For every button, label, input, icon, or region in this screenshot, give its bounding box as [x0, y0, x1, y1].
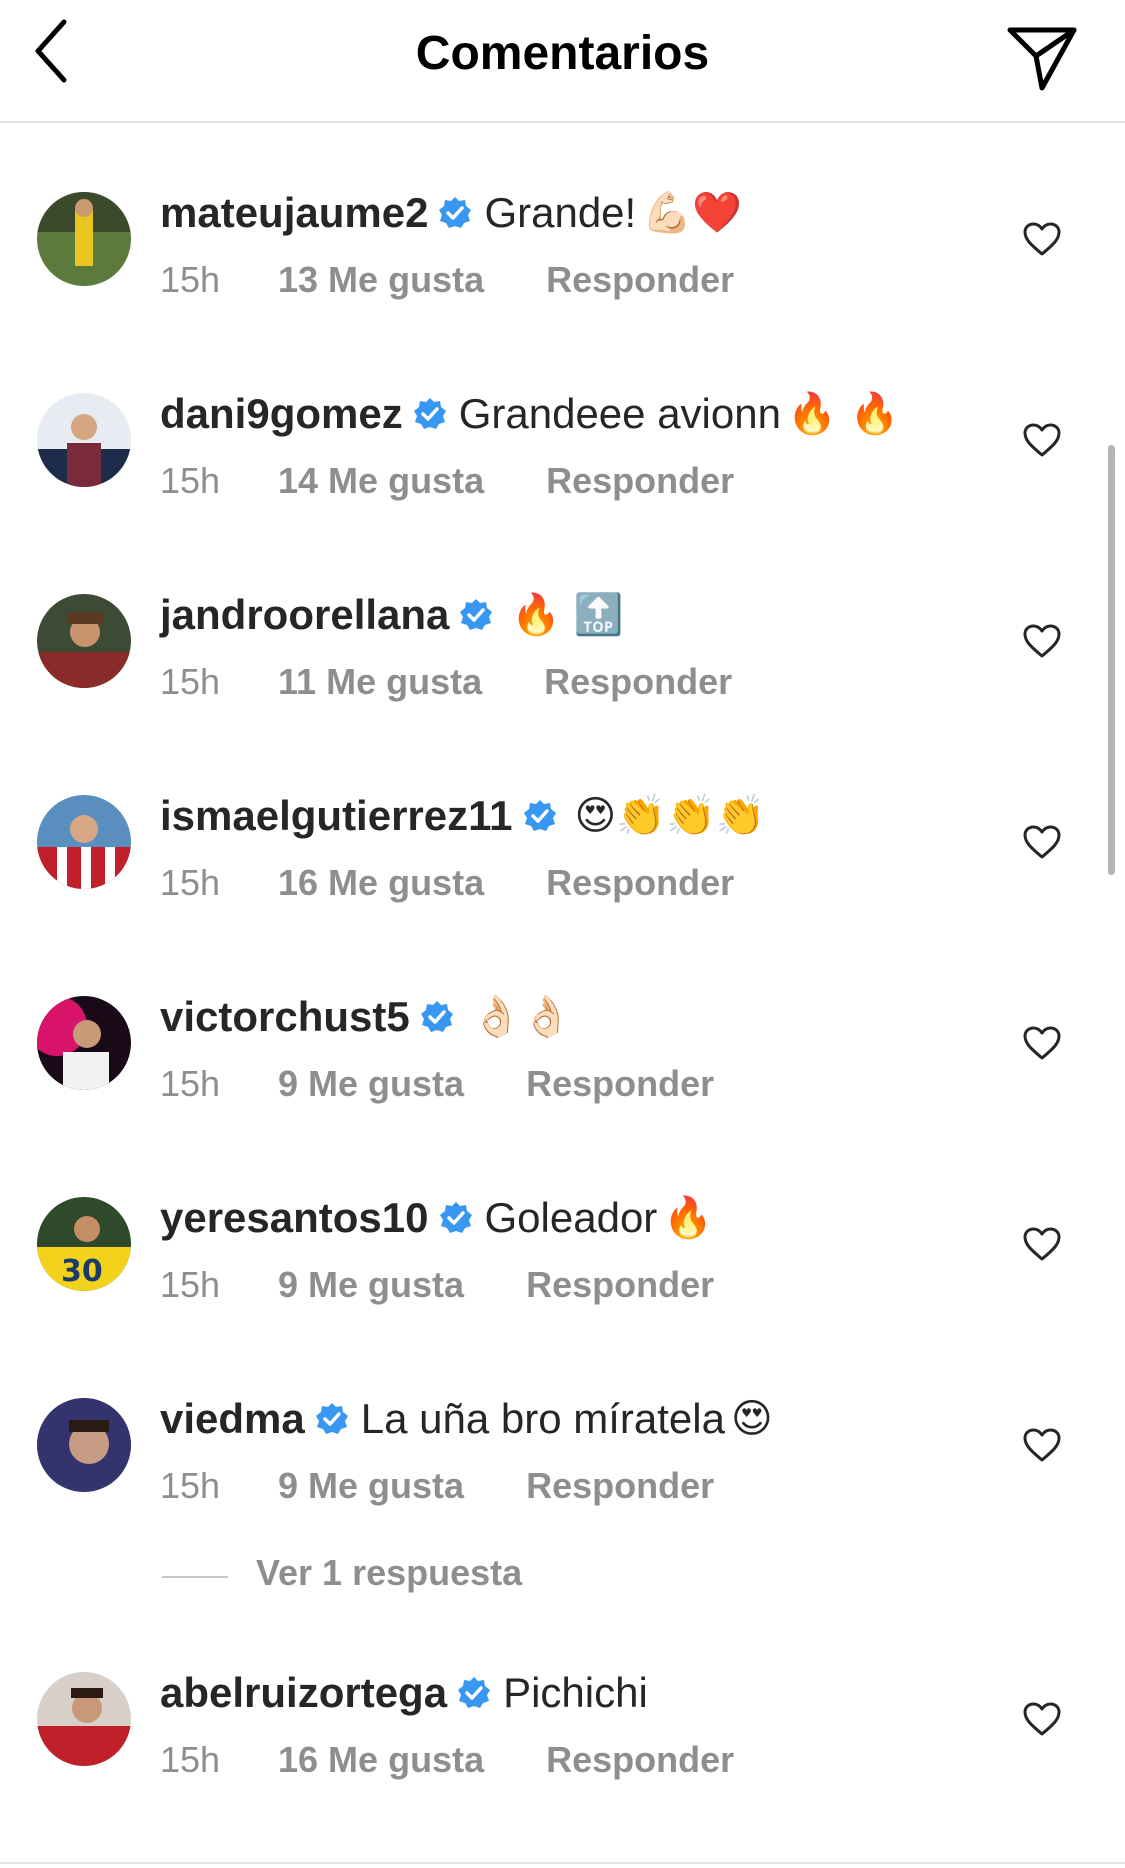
reply-button[interactable]: Responder [526, 1465, 714, 1506]
comment-likes[interactable]: 16 Me gusta [278, 861, 484, 905]
comment-item: ismaelgutierrez11 😍👏👏👏 15h 16 Me gusta R… [0, 726, 1125, 927]
comment-username[interactable]: jandroorellana [160, 589, 449, 641]
comment-emojis: 😍👏👏👏 [574, 793, 766, 839]
comment-time: 15h [160, 1063, 221, 1104]
comment-likes[interactable]: 13 Me gusta [278, 258, 484, 302]
heart-icon[interactable] [1022, 1226, 1062, 1262]
comment-time: 15h [160, 1264, 221, 1305]
comment-emojis: 🔥 🔝 [511, 592, 624, 638]
avatar[interactable] [37, 1672, 131, 1766]
comment-text: Pichichi [503, 1669, 648, 1716]
reply-button[interactable]: Responder [546, 460, 734, 501]
verified-badge-icon [439, 1202, 472, 1233]
heart-icon[interactable] [1022, 623, 1062, 659]
paper-plane-icon [1007, 27, 1077, 91]
reply-button[interactable]: Responder [546, 1739, 734, 1780]
comment-item: jandroorellana 🔥 🔝 15h 11 Me gusta Respo… [0, 525, 1125, 726]
comment-list: mateujaume2 Grande! 💪🏻❤️ 15h 13 Me gusta… [0, 123, 1125, 1804]
verified-badge-icon [523, 800, 556, 831]
comment-likes[interactable]: 16 Me gusta [278, 1738, 484, 1782]
bottom-divider [0, 1862, 1125, 1864]
comment-item: viedma La uña bro míratela 😍 15h 9 Me gu… [0, 1329, 1125, 1530]
reply-divider [162, 1576, 228, 1578]
comment-emojis: 😍 [730, 1396, 773, 1442]
comment-emojis: 🔥 [663, 1195, 714, 1241]
heart-icon[interactable] [1022, 1025, 1062, 1061]
comment-username[interactable]: ismaelgutierrez11 [160, 790, 513, 842]
heart-icon[interactable] [1022, 1427, 1062, 1463]
comment-username[interactable]: yeresantos10 [160, 1192, 429, 1244]
page-title: Comentarios [415, 27, 710, 80]
comment-likes[interactable]: 9 Me gusta [278, 1062, 464, 1106]
verified-badge-icon [413, 398, 446, 429]
verified-badge-icon [315, 1403, 348, 1434]
heart-icon[interactable] [1022, 824, 1062, 860]
avatar[interactable] [37, 1398, 131, 1492]
comment-time: 15h [160, 862, 221, 903]
comment-text: Goleador [484, 1194, 658, 1241]
comment-text: La uña bro míratela [360, 1395, 725, 1442]
svg-text:30: 30 [61, 1254, 103, 1289]
comment-time: 15h [160, 259, 221, 300]
reply-button[interactable]: Responder [546, 259, 734, 300]
reply-button[interactable]: Responder [526, 1264, 714, 1305]
comment-emojis: 🔥 🔥 [786, 391, 900, 437]
comment-username[interactable]: mateujaume2 [160, 187, 428, 239]
comment-likes[interactable]: 11 Me gusta [278, 660, 482, 704]
avatar[interactable] [37, 795, 131, 889]
comment-item: victorchust5 👌🏻👌🏻 15h 9 Me gusta Respond… [0, 927, 1125, 1128]
comment-time: 15h [160, 460, 221, 501]
comment-likes[interactable]: 14 Me gusta [278, 459, 484, 503]
avatar[interactable]: 30 [37, 1197, 131, 1291]
comment-text: Grande! [484, 189, 637, 236]
comment-time: 15h [160, 1465, 221, 1506]
comment-likes[interactable]: 9 Me gusta [278, 1263, 464, 1307]
reply-button[interactable]: Responder [526, 1063, 714, 1104]
verified-badge-icon [420, 1001, 453, 1032]
reply-button[interactable]: Responder [546, 862, 734, 903]
comment-likes[interactable]: 9 Me gusta [278, 1464, 464, 1508]
avatar[interactable] [37, 192, 131, 286]
verified-badge-icon [439, 197, 472, 228]
comment-item: dani9gomez Grandeee avionn 🔥 🔥 15h 14 Me… [0, 324, 1125, 525]
heart-icon[interactable] [1022, 1701, 1062, 1737]
header-bar: Comentarios [0, 0, 1125, 123]
heart-icon[interactable] [1022, 422, 1062, 458]
verified-badge-icon [460, 599, 493, 630]
avatar[interactable] [37, 594, 131, 688]
comment-username[interactable]: dani9gomez [160, 388, 403, 440]
comment-time: 15h [160, 1739, 221, 1780]
comment-emojis: 💪🏻❤️ [642, 190, 742, 236]
comment-username[interactable]: viedma [160, 1393, 305, 1445]
comment-time: 15h [160, 661, 221, 702]
scrollbar[interactable] [1108, 445, 1115, 875]
comment-item: 30 yeresantos10 Goleador 🔥 15h 9 Me gust… [0, 1128, 1125, 1329]
comment-username[interactable]: victorchust5 [160, 991, 410, 1043]
share-button[interactable] [1002, 20, 1082, 95]
verified-badge-icon [458, 1677, 491, 1708]
avatar[interactable] [37, 393, 131, 487]
comment-item: mateujaume2 Grande! 💪🏻❤️ 15h 13 Me gusta… [0, 123, 1125, 324]
avatar[interactable] [37, 996, 131, 1090]
comment-item: abelruizortega Pichichi 15h 16 Me gusta … [0, 1603, 1125, 1804]
reply-button[interactable]: Responder [544, 661, 732, 702]
comment-emojis: 👌🏻👌🏻 [471, 994, 572, 1040]
comment-username[interactable]: abelruizortega [160, 1667, 447, 1719]
view-replies-button[interactable]: Ver 1 respuesta [256, 1552, 522, 1594]
heart-icon[interactable] [1022, 221, 1062, 257]
comment-text: Grandeee avionn [458, 390, 781, 437]
